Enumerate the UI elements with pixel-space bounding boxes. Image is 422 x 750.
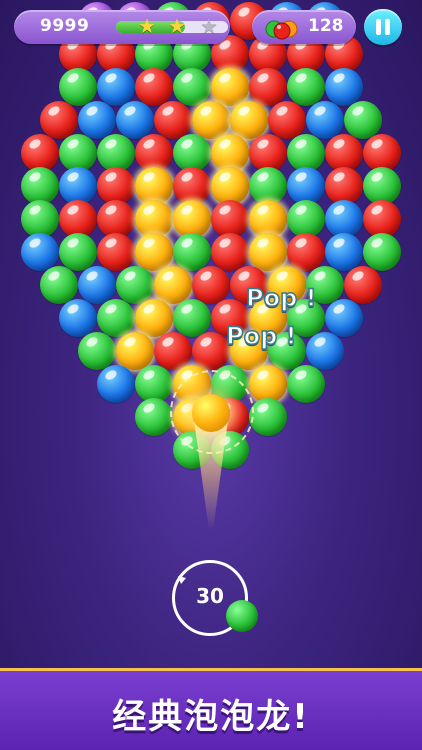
bubble xyxy=(211,233,249,271)
bubble xyxy=(154,101,192,139)
pop-text-2: Pop ! xyxy=(225,321,297,351)
bubble xyxy=(249,68,287,106)
bubble xyxy=(173,299,211,337)
pause-icon xyxy=(376,19,381,35)
bubble xyxy=(154,266,192,304)
bubble xyxy=(135,233,173,271)
bubble xyxy=(325,299,363,337)
pop-text-1: Pop ! xyxy=(245,283,317,313)
bubble xyxy=(116,101,154,139)
bubble xyxy=(192,101,230,139)
bubble xyxy=(173,68,211,106)
bubble xyxy=(306,332,344,370)
bubble xyxy=(135,398,173,436)
score-value: 9999 xyxy=(40,16,90,36)
bubble xyxy=(40,101,78,139)
star-3-icon: ★ xyxy=(200,14,218,38)
bubble xyxy=(192,266,230,304)
bubble xyxy=(78,266,116,304)
bubble xyxy=(173,233,211,271)
bubble xyxy=(59,233,97,271)
bubble xyxy=(344,266,382,304)
bubble xyxy=(192,332,230,370)
bubble xyxy=(287,365,325,403)
bubble xyxy=(363,233,401,271)
bubble xyxy=(287,233,325,271)
fruit-count: 128 xyxy=(308,16,344,36)
bubble xyxy=(78,332,116,370)
bubble xyxy=(306,101,344,139)
next-bubble[interactable] xyxy=(226,600,258,632)
bubble xyxy=(344,101,382,139)
bubble xyxy=(97,365,135,403)
banner-title: 经典泡泡龙! xyxy=(112,697,310,737)
bubble-grid[interactable] xyxy=(0,0,422,469)
flying-bubble xyxy=(192,394,230,432)
bubble xyxy=(116,332,154,370)
score-panel: 9999 ★ ★ ★ xyxy=(14,10,230,44)
bubble xyxy=(21,233,59,271)
bubble xyxy=(97,299,135,337)
bubble xyxy=(59,299,97,337)
star-1-icon: ★ xyxy=(138,14,156,38)
star-2-icon: ★ xyxy=(168,14,186,38)
pause-button[interactable] xyxy=(364,9,402,45)
bubble xyxy=(230,101,268,139)
bubble xyxy=(135,299,173,337)
fruit-panel: 128 xyxy=(252,10,356,44)
bubble xyxy=(287,68,325,106)
game-stage[interactable]: 9999 ★ ★ ★ 128 Pop ! Pop ! 30 经典泡泡龙! xyxy=(0,0,422,750)
bubble xyxy=(59,68,97,106)
bubble xyxy=(116,266,154,304)
bubble xyxy=(40,266,78,304)
bubble xyxy=(268,101,306,139)
bubble xyxy=(249,233,287,271)
bubble xyxy=(154,332,192,370)
level-progress-bar: ★ ★ ★ xyxy=(116,16,228,36)
bubble xyxy=(97,68,135,106)
bubble xyxy=(211,68,249,106)
bubble xyxy=(325,233,363,271)
bubble xyxy=(325,68,363,106)
bubble xyxy=(97,233,135,271)
fruit-icon xyxy=(265,20,298,40)
title-banner: 经典泡泡龙! xyxy=(0,668,422,750)
bubble xyxy=(78,101,116,139)
bubble xyxy=(135,68,173,106)
bubble xyxy=(249,398,287,436)
